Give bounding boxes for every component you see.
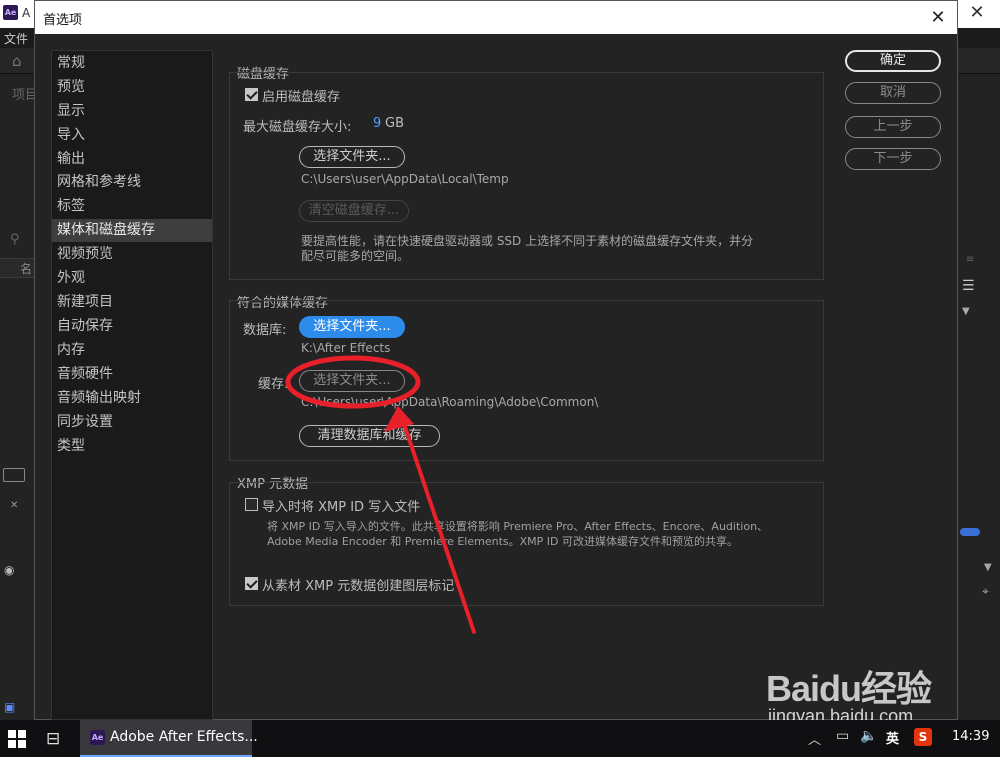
baidu-logo: Baidu经验	[766, 668, 932, 709]
sogou-ime-icon[interactable]: S	[914, 728, 932, 746]
input-method-indicator[interactable]: 英	[886, 728, 899, 747]
annotation-arrow-head	[384, 406, 414, 432]
task-view-icon[interactable]: ⊟	[46, 729, 60, 749]
after-effects-taskbar-icon: Ae	[90, 730, 105, 745]
volume-icon[interactable]: 🔈	[860, 728, 877, 744]
windows-taskbar: ⊟ Ae Adobe After Effects... ︿ ▭ 🔈 英 S 14…	[0, 720, 1000, 757]
windows-start-icon[interactable]	[8, 730, 26, 748]
annotation-overlay	[285, 355, 476, 634]
clock[interactable]: 14:39	[952, 729, 989, 744]
annotation-arrow-shaft	[398, 410, 476, 634]
network-icon[interactable]: ▭	[836, 728, 849, 744]
annotation-circle	[285, 355, 421, 409]
taskbar-app-label: Adobe After Effects...	[110, 729, 258, 745]
taskbar-after-effects[interactable]: Ae Adobe After Effects...	[80, 720, 258, 757]
tray-show-hidden-icon[interactable]: ︿	[808, 729, 821, 748]
